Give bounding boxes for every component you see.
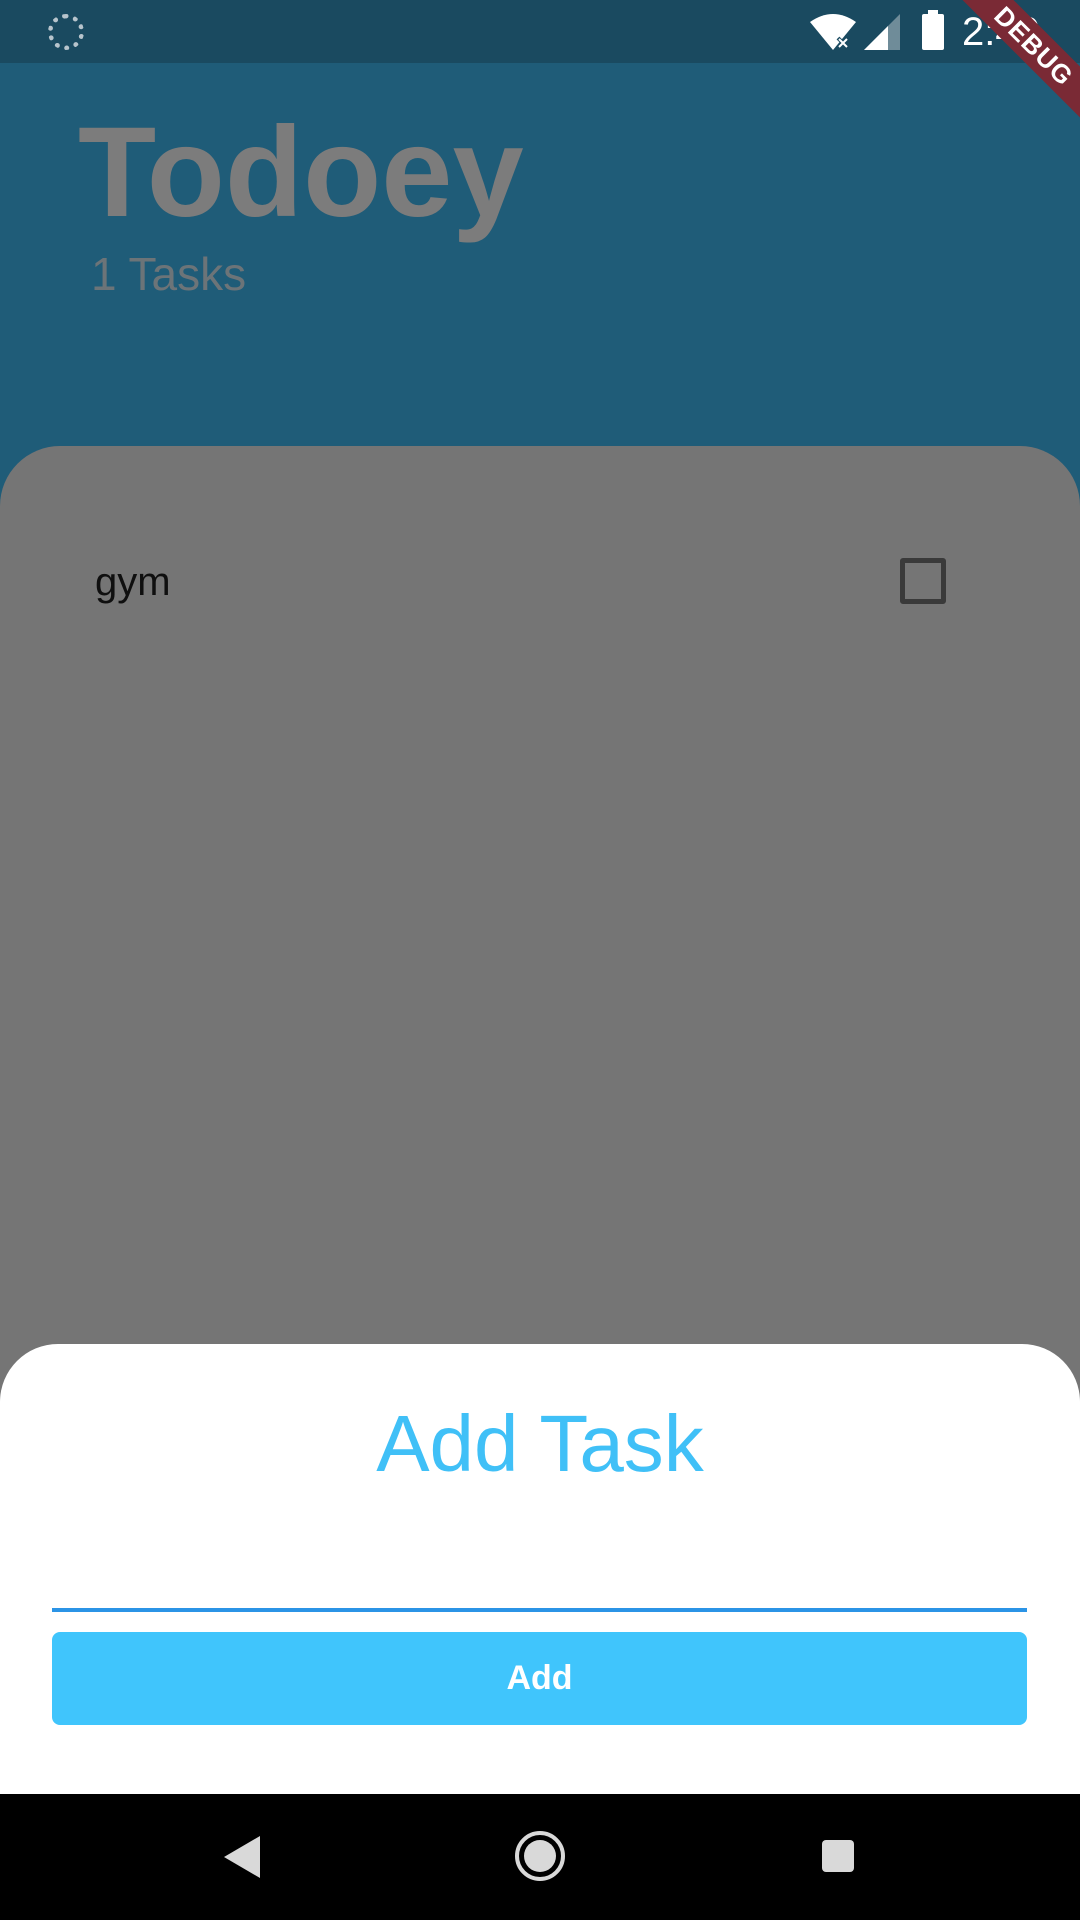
add-button[interactable]: Add [52,1632,1027,1725]
cell-signal-icon [864,14,900,50]
app-title: Todoey [78,101,524,244]
wifi-off-icon [810,14,856,50]
task-row[interactable]: gym [0,546,1080,618]
new-task-input[interactable] [52,1508,1027,1612]
home-icon[interactable] [514,1830,566,1882]
screen: 2:40 DEBUG Todoey 1 Tasks gym Add Task A… [0,0,1080,1920]
loading-icon [48,14,84,50]
recents-icon[interactable] [822,1840,854,1872]
battery-icon [922,10,944,50]
status-bar: 2:40 [0,0,1080,63]
navigation-bar [0,1794,1080,1920]
sheet-title: Add Task [376,1399,704,1488]
task-checkbox[interactable] [900,558,946,604]
task-count: 1 Tasks [91,248,247,300]
task-label: gym [95,560,171,604]
back-icon[interactable] [222,1834,262,1880]
